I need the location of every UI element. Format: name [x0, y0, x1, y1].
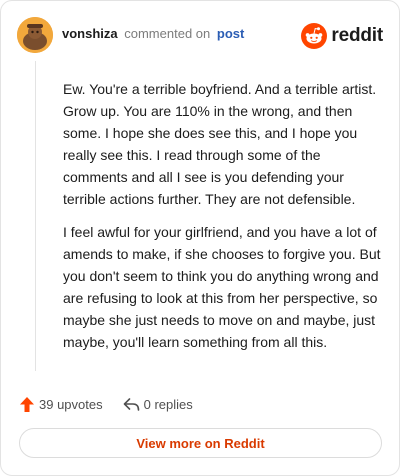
comment-paragraph: I feel awful for your girlfriend, and yo…	[63, 224, 381, 350]
avatar[interactable]	[17, 17, 53, 53]
thread-line	[35, 61, 36, 371]
comment-paragraph: Ew. You're a terrible boyfriend. And a t…	[63, 81, 377, 207]
username[interactable]: vonshiza	[62, 26, 118, 41]
comment-body: Ew. You're a terrible boyfriend. And a t…	[63, 79, 385, 366]
reply-icon	[123, 397, 139, 411]
comment-footer: 39 upvotes 0 replies	[19, 393, 193, 415]
comment-embed-card: vonshiza commented on post reddit Ew. Yo…	[0, 0, 400, 476]
upvotes-count: 39 upvotes	[39, 396, 103, 412]
reddit-logo-icon	[301, 23, 328, 49]
upvotes-stat[interactable]: 39 upvotes	[19, 396, 103, 413]
upvote-arrow-icon	[20, 396, 34, 412]
reddit-wordmark: reddit	[331, 25, 383, 46]
reddit-logo[interactable]: reddit	[301, 23, 383, 49]
comment-header: vonshiza commented on post reddit	[17, 17, 383, 53]
post-link[interactable]: post	[217, 26, 244, 41]
action-text: commented on	[124, 26, 211, 41]
replies-stat[interactable]: 0 replies	[123, 397, 193, 412]
replies-count: 0 replies	[143, 396, 193, 412]
view-more-button[interactable]: View more on Reddit	[19, 428, 382, 458]
byline: vonshiza commented on post	[62, 26, 244, 42]
